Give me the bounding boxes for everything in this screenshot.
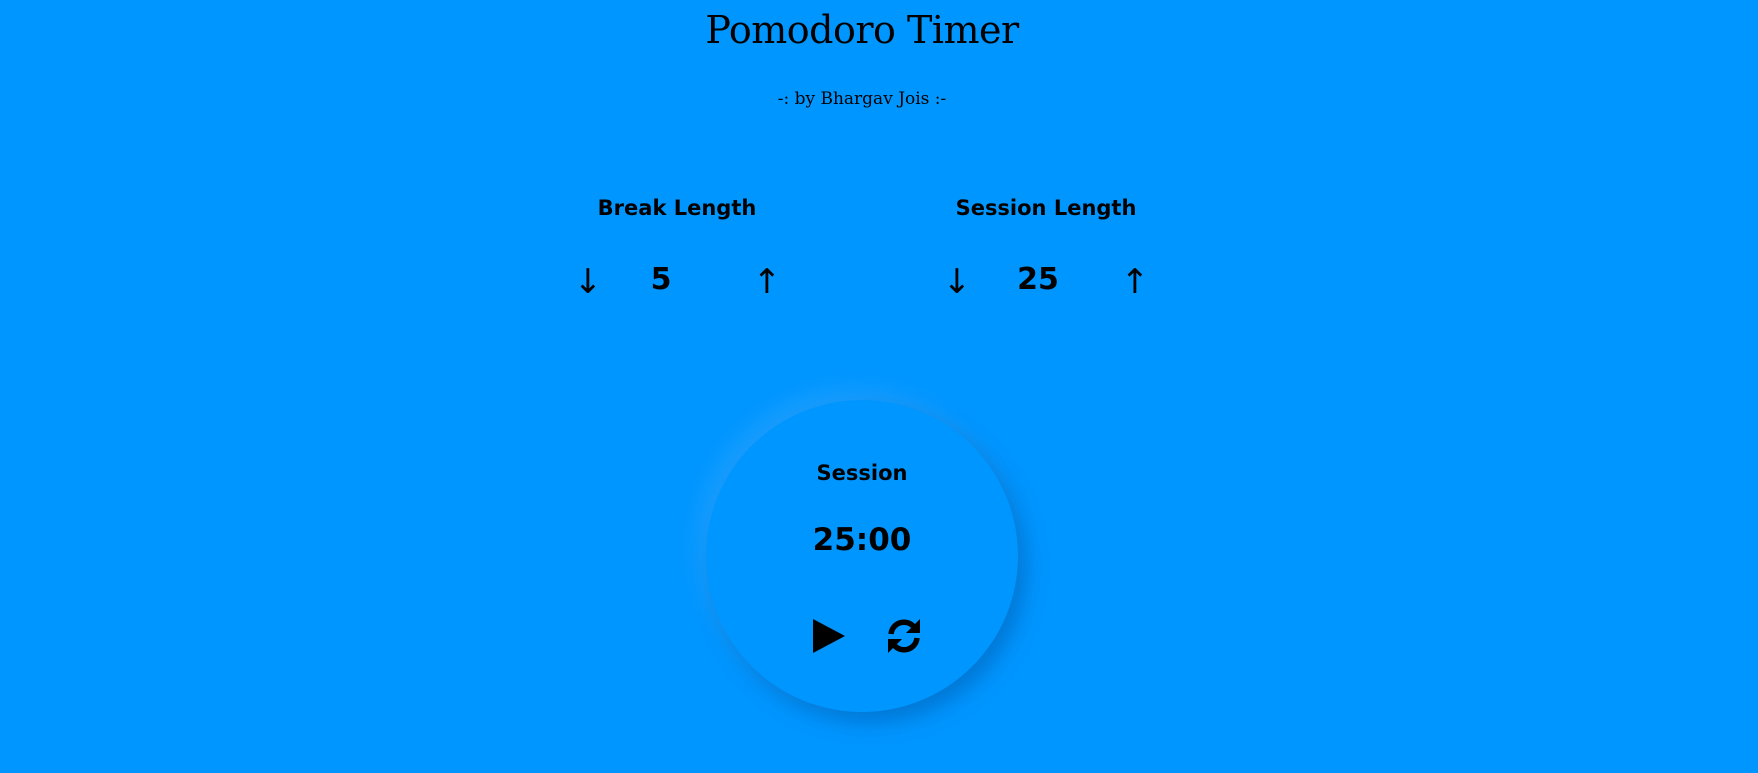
time-left-display: 25:00 bbox=[812, 522, 912, 558]
start-stop-button[interactable] bbox=[808, 616, 848, 656]
page-title: Pomodoro Timer bbox=[705, 8, 1019, 52]
session-length-label: Session Length bbox=[955, 196, 1137, 220]
session-increment-button[interactable]: ↑ bbox=[1115, 260, 1155, 304]
break-increment-button[interactable]: ↑ bbox=[747, 260, 787, 304]
play-icon bbox=[813, 619, 845, 653]
break-length-value: 5 bbox=[650, 262, 672, 297]
session-decrement-button[interactable]: ↓ bbox=[937, 260, 977, 304]
break-decrement-button[interactable]: ↓ bbox=[568, 260, 608, 304]
refresh-icon bbox=[888, 619, 920, 653]
break-length-label: Break Length bbox=[597, 196, 757, 220]
timer-label: Session bbox=[816, 461, 908, 485]
session-length-value: 25 bbox=[1017, 262, 1059, 297]
page-subtitle: -: by Bhargav Jois :- bbox=[777, 89, 947, 109]
reset-button[interactable] bbox=[884, 616, 924, 656]
